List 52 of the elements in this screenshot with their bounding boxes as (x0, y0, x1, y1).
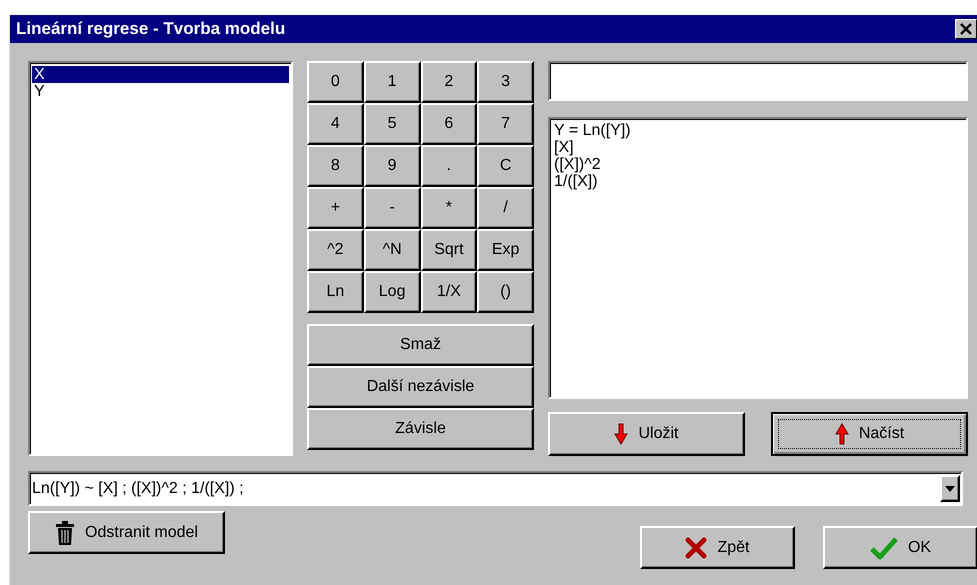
action-button[interactable]: Smaž (307, 324, 534, 366)
keypad-button[interactable]: . (420, 145, 478, 187)
keypad-button[interactable]: 3 (477, 61, 534, 103)
keypad-button[interactable]: Exp (477, 229, 534, 271)
load-button[interactable]: Načíst (771, 412, 968, 456)
action-button[interactable]: Další nezávisle (307, 366, 534, 408)
keypad-button[interactable]: 0 (307, 61, 364, 103)
keypad-button[interactable]: 4 (307, 103, 364, 145)
list-item[interactable]: Y (32, 83, 289, 100)
keypad-button[interactable]: 6 (420, 103, 478, 145)
keypad-button[interactable]: 1 (364, 61, 420, 103)
model-line: 1/([X]) (554, 173, 599, 190)
keypad-button[interactable]: 7 (477, 103, 534, 145)
remove-model-button[interactable]: Odstranit model (28, 511, 225, 554)
action-button[interactable]: Závisle (307, 408, 534, 450)
down-arrow-icon (614, 423, 628, 445)
keypad-button[interactable]: 1/X (420, 271, 478, 313)
dropdown-value: Ln([Y]) ~ [X] ; ([X])^2 ; 1/([X]) ; (32, 480, 245, 498)
save-button[interactable]: Uložit (548, 412, 745, 456)
keypad-button[interactable]: C (477, 145, 534, 187)
ok-button[interactable]: OK (823, 526, 977, 569)
expression-field[interactable] (548, 61, 968, 101)
trash-icon (55, 520, 76, 546)
close-icon[interactable] (959, 23, 973, 35)
dropdown-button[interactable] (940, 475, 960, 502)
model-line: [X] (554, 139, 575, 156)
keypad-button[interactable]: 5 (364, 103, 420, 145)
keypad-button[interactable]: ^N (364, 229, 420, 271)
list-item[interactable]: X (32, 66, 289, 83)
keypad-button[interactable]: + (307, 187, 364, 229)
model-line: ([X])^2 (554, 156, 602, 173)
model-line: Y = Ln([Y]) (554, 122, 632, 139)
keypad-button[interactable]: 8 (307, 145, 364, 187)
keypad-button[interactable]: - (364, 187, 420, 229)
window-title: Lineární regrese - Tvorba modelu (16, 19, 286, 39)
keypad-button[interactable]: Sqrt (420, 229, 478, 271)
checkmark-icon (870, 536, 898, 560)
dropdown-caret-icon (945, 486, 955, 492)
model-text-area[interactable]: Y = Ln([Y]) [X] ([X])^2 1/([X]) (548, 117, 968, 399)
close-button[interactable] (955, 19, 977, 39)
cross-icon (685, 536, 708, 558)
model-dropdown[interactable]: Ln([Y]) ~ [X] ; ([X])^2 ; 1/([X]) ; (28, 471, 963, 506)
keypad-button[interactable]: ^2 (307, 229, 364, 271)
up-arrow-icon (834, 423, 849, 445)
keypad-button[interactable]: Ln (307, 271, 364, 313)
keypad-button[interactable]: 2 (420, 61, 478, 103)
keypad-button[interactable]: * (420, 187, 478, 229)
keypad-button[interactable]: / (477, 187, 534, 229)
back-button[interactable]: Zpět (640, 526, 795, 569)
keypad-button[interactable]: 9 (364, 145, 420, 187)
keypad-button[interactable]: Log (364, 271, 420, 313)
keypad-button[interactable]: () (477, 271, 534, 313)
